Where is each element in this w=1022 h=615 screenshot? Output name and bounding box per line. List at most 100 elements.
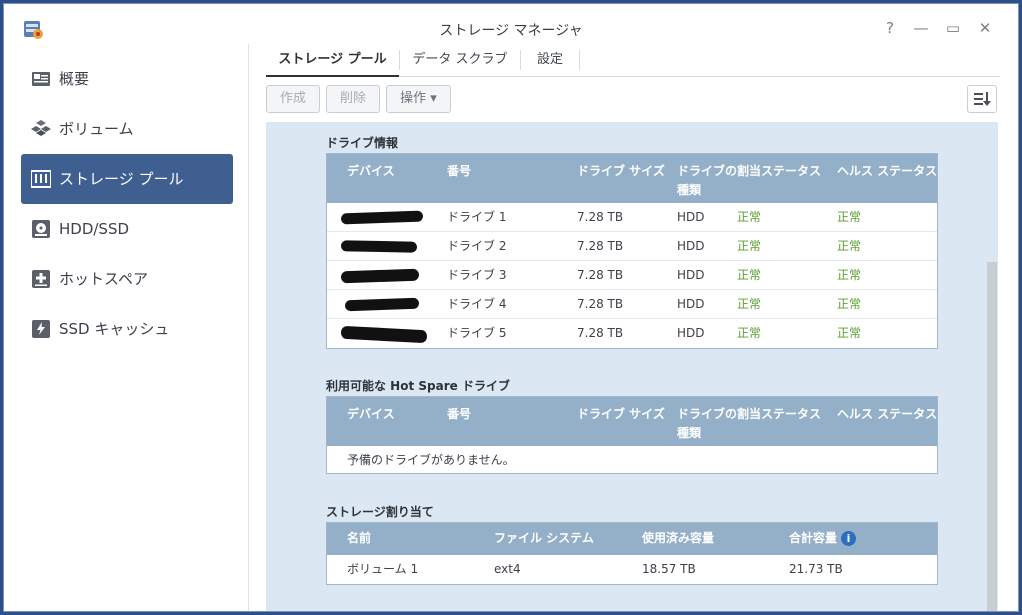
cell-health-status: 正常 bbox=[837, 268, 862, 282]
header-total-capacity[interactable]: 合計容量 i bbox=[789, 528, 857, 548]
tab-storage-pool[interactable]: ストレージ プール bbox=[266, 44, 399, 77]
sidebar-item-overview[interactable]: 概要 bbox=[21, 54, 233, 104]
delete-button[interactable]: 削除 bbox=[326, 85, 380, 113]
cell-number: ドライブ 1 bbox=[447, 210, 507, 224]
drive-info-table: デバイス 番号 ドライブ サイズ ドライブの 種類 割当ステータス ヘルス ステ… bbox=[326, 153, 938, 349]
header-assign-status[interactable]: 割当ステータス bbox=[737, 404, 821, 424]
info-icon[interactable]: i bbox=[841, 531, 857, 546]
empty-message: 予備のドライブがありません。 bbox=[347, 453, 515, 467]
sidebar-item-label: ボリューム bbox=[59, 120, 134, 138]
header-used-capacity[interactable]: 使用済み容量 bbox=[642, 528, 714, 548]
header-assign-status[interactable]: 割当ステータス bbox=[737, 161, 821, 181]
redacted-device-name bbox=[340, 268, 420, 284]
storage-pool-icon bbox=[31, 170, 51, 188]
redacted-device-name bbox=[340, 210, 424, 225]
cell-number: ドライブ 5 bbox=[447, 326, 507, 340]
table-row[interactable]: ドライブ 4 7.28 TB HDD 正常 正常 bbox=[327, 290, 937, 319]
maximize-button[interactable]: ▭ bbox=[943, 18, 963, 38]
header-name[interactable]: 名前 bbox=[347, 528, 371, 548]
cell-assign-status: 正常 bbox=[737, 268, 762, 282]
table-row[interactable]: ドライブ 1 7.28 TB HDD 正常 正常 bbox=[327, 203, 937, 232]
cell-health-status: 正常 bbox=[837, 210, 862, 224]
cell-health-status: 正常 bbox=[837, 297, 862, 311]
sidebar-item-volume[interactable]: ボリューム bbox=[21, 104, 233, 154]
overview-icon bbox=[32, 72, 50, 86]
sidebar-item-label: ホットスペア bbox=[59, 270, 148, 288]
header-drive-type-line2: 種類 bbox=[677, 183, 702, 197]
allocation-title: ストレージ割り当て bbox=[326, 505, 434, 519]
operation-dropdown-button[interactable]: 操作 ▾ bbox=[386, 85, 451, 113]
cell-type: HDD bbox=[677, 326, 705, 340]
header-health-status[interactable]: ヘルス ステータス bbox=[837, 161, 937, 181]
redacted-device-name bbox=[340, 240, 418, 253]
sidebar: 概要 ボリューム ストレージ プール HDD/SSD ホットスペア SSD キャ… bbox=[4, 44, 249, 611]
empty-row: 予備のドライブがありません。 bbox=[327, 446, 937, 475]
header-drive-type-line2: 種類 bbox=[677, 426, 702, 440]
volume-icon bbox=[31, 120, 51, 136]
cell-type: HDD bbox=[677, 210, 705, 224]
cell-health-status: 正常 bbox=[837, 326, 862, 340]
header-drive-type[interactable]: ドライブの bbox=[677, 404, 737, 424]
header-drive-size[interactable]: ドライブ サイズ bbox=[577, 404, 665, 424]
cell-size: 7.28 TB bbox=[577, 326, 624, 340]
cell-assign-status: 正常 bbox=[737, 326, 762, 340]
header-drive-type[interactable]: ドライブの bbox=[677, 161, 737, 181]
sort-button[interactable] bbox=[967, 85, 997, 113]
hot-spare-title: 利用可能な Hot Spare ドライブ bbox=[326, 379, 510, 393]
cell-assign-status: 正常 bbox=[737, 210, 762, 224]
drive-info-title: ドライブ情報 bbox=[326, 136, 399, 150]
sidebar-item-hdd-ssd[interactable]: HDD/SSD bbox=[21, 204, 233, 254]
sidebar-item-label: HDD/SSD bbox=[59, 220, 130, 238]
header-number[interactable]: 番号 bbox=[447, 404, 471, 424]
sidebar-item-label: ストレージ プール bbox=[59, 170, 184, 188]
header-file-system[interactable]: ファイル システム bbox=[494, 528, 594, 548]
header-health-status[interactable]: ヘルス ステータス bbox=[837, 404, 937, 424]
table-header: デバイス 番号 ドライブ サイズ ドライブの 種類 割当ステータス ヘルス ステ… bbox=[327, 397, 937, 446]
table-header: 名前 ファイル システム 使用済み容量 合計容量 i bbox=[327, 523, 937, 555]
tab-bar: ストレージ プール データ スクラブ 設定 bbox=[266, 44, 1000, 77]
tab-settings[interactable]: 設定 bbox=[521, 44, 579, 77]
help-button[interactable]: ? bbox=[880, 18, 900, 38]
table-row[interactable]: ボリューム 1 ext4 18.57 TB 21.73 TB bbox=[327, 555, 937, 584]
table-row[interactable]: ドライブ 3 7.28 TB HDD 正常 正常 bbox=[327, 261, 937, 290]
cell-name: ボリューム 1 bbox=[347, 562, 419, 576]
table-row[interactable]: ドライブ 5 7.28 TB HDD 正常 正常 bbox=[327, 319, 937, 348]
cell-size: 7.28 TB bbox=[577, 297, 624, 311]
hot-spare-table: デバイス 番号 ドライブ サイズ ドライブの 種類 割当ステータス ヘルス ステ… bbox=[326, 396, 938, 474]
cell-number: ドライブ 2 bbox=[447, 239, 507, 253]
cell-type: HDD bbox=[677, 297, 705, 311]
redacted-device-name bbox=[344, 297, 420, 312]
close-button[interactable]: ✕ bbox=[975, 18, 995, 38]
sidebar-item-label: 概要 bbox=[59, 70, 90, 88]
ssd-cache-icon bbox=[32, 320, 50, 338]
cell-assign-status: 正常 bbox=[737, 239, 762, 253]
table-row[interactable]: ドライブ 2 7.28 TB HDD 正常 正常 bbox=[327, 232, 937, 261]
sort-icon bbox=[974, 92, 991, 106]
sidebar-item-hot-spare[interactable]: ホットスペア bbox=[21, 254, 233, 304]
cell-number: ドライブ 4 bbox=[447, 297, 507, 311]
header-device[interactable]: デバイス bbox=[347, 404, 395, 424]
header-total-label: 合計容量 bbox=[789, 531, 838, 545]
cell-assign-status: 正常 bbox=[737, 297, 762, 311]
cell-size: 7.28 TB bbox=[577, 239, 624, 253]
cell-size: 7.28 TB bbox=[577, 210, 624, 224]
tab-data-scrub[interactable]: データ スクラブ bbox=[400, 44, 520, 77]
header-drive-size[interactable]: ドライブ サイズ bbox=[577, 161, 665, 181]
cell-number: ドライブ 3 bbox=[447, 268, 507, 282]
hdd-icon bbox=[32, 220, 50, 238]
storage-manager-window: ストレージ マネージャ ? — ▭ ✕ 概要 ボリューム ストレージ プール H… bbox=[3, 3, 1019, 612]
header-device[interactable]: デバイス bbox=[347, 161, 395, 181]
create-button[interactable]: 作成 bbox=[266, 85, 320, 113]
hot-spare-icon bbox=[32, 270, 50, 288]
minimize-button[interactable]: — bbox=[911, 18, 931, 38]
cell-used-capacity: 18.57 TB bbox=[642, 562, 696, 576]
sidebar-item-storage-pool[interactable]: ストレージ プール bbox=[21, 154, 233, 204]
header-number[interactable]: 番号 bbox=[447, 161, 471, 181]
sidebar-item-ssd-cache[interactable]: SSD キャッシュ bbox=[21, 304, 233, 354]
window-title: ストレージ マネージャ bbox=[439, 23, 583, 39]
table-header: デバイス 番号 ドライブ サイズ ドライブの 種類 割当ステータス ヘルス ステ… bbox=[327, 154, 937, 203]
vertical-scrollbar[interactable] bbox=[987, 262, 997, 611]
tab-divider bbox=[579, 50, 580, 70]
cell-size: 7.28 TB bbox=[577, 268, 624, 282]
sidebar-item-label: SSD キャッシュ bbox=[59, 320, 170, 338]
